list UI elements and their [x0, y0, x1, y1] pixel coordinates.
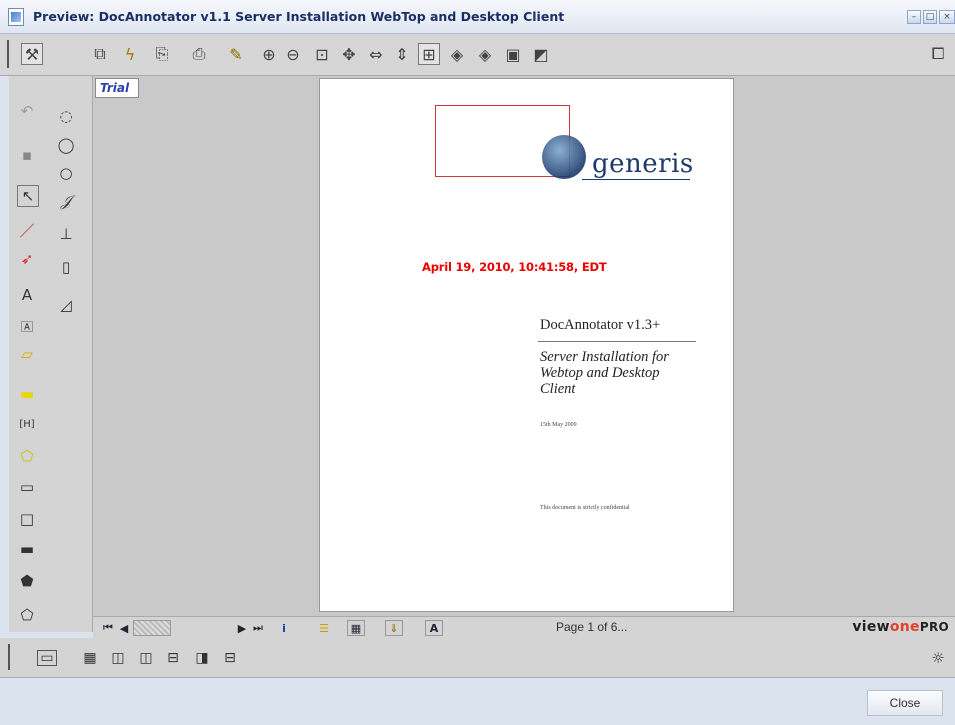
prev-page-icon[interactable]: ◀: [117, 620, 131, 636]
tools-icon[interactable]: ⚒: [21, 43, 43, 65]
brand-view: view: [852, 619, 890, 635]
thumbnail-view-icon[interactable]: ▦: [347, 620, 365, 636]
save-annotations-icon[interactable]: ▪: [16, 144, 38, 166]
print-icon[interactable]: ⎙: [188, 43, 210, 65]
filled-rect-icon[interactable]: ▬: [16, 538, 38, 560]
fit-page-icon[interactable]: ⊞: [418, 43, 440, 65]
viewone-logo: viewonePRO: [852, 619, 949, 635]
note-icon[interactable]: ▱: [16, 343, 38, 365]
page-slider[interactable]: [133, 620, 171, 636]
close-window-button[interactable]: ×: [939, 10, 955, 24]
pen-icon[interactable]: 𝒥: [55, 190, 77, 212]
dialog-footer: [0, 678, 955, 725]
select-arrow-icon[interactable]: ↖: [17, 185, 39, 207]
maximize-button[interactable]: □: [923, 10, 937, 24]
last-page-icon[interactable]: ⏭: [251, 620, 265, 636]
undo-icon[interactable]: ↶: [16, 100, 38, 122]
line-icon[interactable]: ／: [16, 219, 38, 241]
brand-pro: PRO: [919, 620, 949, 634]
bookmark-icon[interactable]: ▯: [55, 256, 77, 278]
open-icon[interactable]: ⧉: [89, 43, 111, 65]
text-search-icon[interactable]: A: [425, 620, 443, 636]
angle-icon[interactable]: ◿: [55, 294, 77, 316]
highlight-rect-icon[interactable]: ▬: [16, 383, 38, 405]
title-rule: [538, 341, 696, 342]
page-indicator[interactable]: Page 1 of 6...: [556, 620, 627, 634]
invert-icon[interactable]: ◩: [530, 43, 552, 65]
stamp-icon[interactable]: ⊥: [55, 223, 77, 245]
text-box-icon[interactable]: 🄰: [16, 315, 38, 337]
document-date: 15th May 2009: [540, 422, 577, 428]
text-icon[interactable]: A: [16, 284, 38, 306]
brightness-icon[interactable]: ☼: [928, 649, 948, 667]
rectangle-icon[interactable]: ▭: [16, 476, 38, 498]
window-title: Preview: DocAnnotator v1.1 Server Instal…: [33, 9, 565, 24]
side-split-icon[interactable]: ◨: [192, 650, 212, 666]
grid-layout-icon[interactable]: ▦: [80, 650, 100, 666]
open-polygon-icon[interactable]: ⬠: [16, 604, 38, 626]
info-icon[interactable]: i: [277, 620, 291, 636]
single-page-layout-icon[interactable]: ▭: [37, 650, 57, 666]
square-icon[interactable]: □: [16, 508, 38, 530]
minimize-button[interactable]: –: [907, 10, 921, 24]
vertical-split-icon[interactable]: ⊟: [220, 650, 240, 666]
circle-icon[interactable]: ○: [55, 162, 77, 184]
freehand-shape-icon[interactable]: ◌: [55, 105, 77, 127]
ellipse-icon[interactable]: ◯: [55, 134, 77, 156]
annotation-list-icon[interactable]: ☰: [315, 620, 333, 636]
document-page[interactable]: generis April 19, 2010, 10:41:58, EDT Do…: [319, 78, 734, 612]
two-page-layout-icon[interactable]: ◫: [108, 650, 128, 666]
trial-badge: Trial: [95, 78, 139, 98]
date-stamp-annotation[interactable]: April 19, 2010, 10:41:58, EDT: [422, 260, 607, 274]
horizontal-split-icon[interactable]: ⊟: [163, 650, 183, 666]
lightning-icon[interactable]: ϟ: [119, 43, 141, 65]
highlight-select-icon[interactable]: ✎: [225, 43, 247, 65]
document-icon: [8, 8, 24, 26]
arrow-icon[interactable]: ➶: [16, 248, 38, 270]
logo-underline: [582, 179, 690, 180]
brand-one: one: [889, 619, 920, 635]
layout-toolbar: ▭ ▦ ◫ ◫ ⊟ ◨ ⊟ ☼: [0, 638, 955, 678]
next-annotation-icon[interactable]: ◈: [474, 43, 496, 65]
fit-width-icon[interactable]: ⇔: [365, 43, 387, 65]
zoom-out-icon[interactable]: ⊖: [282, 43, 304, 65]
book-layout-icon[interactable]: ◫: [136, 650, 156, 666]
highlight-polygon-icon[interactable]: ⬠: [16, 445, 38, 467]
pan-icon[interactable]: ✥: [338, 43, 360, 65]
filled-polygon-icon[interactable]: ⬟: [16, 570, 38, 592]
zoom-rect-icon[interactable]: ⊡: [311, 43, 333, 65]
annotation-toolbar: ↶ ▪ ↖ ／ ➶ A 🄰 ▱ ▬ [H] ⬠ ▭ □ ▬ ⬟ ⬠ ◌ ◯ ○ …: [9, 76, 93, 632]
confidential-note: This document is strictly confidential: [540, 505, 630, 511]
page-navigation-bar: ⏮ ◀ ▶ ⏭ i ☰ ▦ ⇓ A Page 1 of 6... viewone…: [93, 616, 955, 638]
next-page-icon[interactable]: ▶: [235, 620, 249, 636]
document-title: DocAnnotator v1.3+: [540, 317, 661, 333]
document-subtitle: Server Installation for Webtop and Deskt…: [540, 349, 669, 397]
generis-logo-icon: [542, 135, 586, 179]
page-export-icon[interactable]: ▣: [502, 43, 524, 65]
hyperlink-icon[interactable]: [H]: [16, 413, 38, 435]
viewer-window: Preview: DocAnnotator v1.1 Server Instal…: [0, 0, 955, 725]
download-icon[interactable]: ⇓: [385, 620, 403, 636]
prev-annotation-icon[interactable]: ◈: [446, 43, 468, 65]
toolbar-grip[interactable]: [8, 644, 14, 670]
main-toolbar: ⚒ ⧉ ϟ ⎘ ⎙ ✎ ⊕ ⊖ ⊡ ✥ ⇔ ⇕ ⊞ ◈ ◈ ▣ ◩ ⧠: [0, 34, 955, 76]
toolbar-grip[interactable]: [7, 40, 15, 68]
close-button[interactable]: Close: [867, 690, 943, 716]
first-page-icon[interactable]: ⏮: [101, 620, 115, 636]
save-page-icon[interactable]: ⎘: [151, 43, 173, 65]
restore-view-icon[interactable]: ⧠: [927, 43, 949, 65]
title-bar: Preview: DocAnnotator v1.1 Server Instal…: [0, 0, 955, 34]
logo-text: generis: [592, 149, 694, 179]
zoom-in-icon[interactable]: ⊕: [258, 43, 280, 65]
fit-height-icon[interactable]: ⇕: [391, 43, 413, 65]
